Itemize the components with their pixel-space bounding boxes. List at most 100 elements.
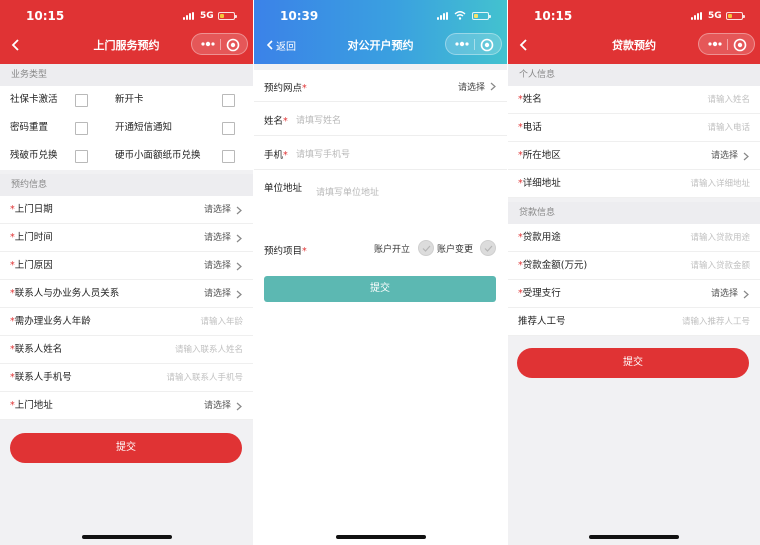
row-label: 姓名 — [522, 94, 542, 105]
chevron-right-icon — [236, 262, 242, 271]
row-label: 手机 — [264, 150, 284, 161]
form-row-branch[interactable]: *受理支行 请选择 — [508, 280, 760, 308]
form-row-region[interactable]: *所在地区 请选择 — [508, 142, 760, 170]
chevron-right-icon — [236, 206, 242, 215]
form-row-referrer[interactable]: 推荐人工号 请输入推荐人工号 — [508, 308, 760, 336]
form-row-name[interactable]: *姓名 请输入姓名 — [508, 86, 760, 114]
form-row-branch[interactable]: 预约网点* 请选择 — [254, 70, 507, 102]
form-row-visit-address[interactable]: *上门地址 请选择 — [0, 392, 253, 420]
section-business-type: 业务类型 — [0, 64, 253, 86]
back-label[interactable]: 返回 — [276, 38, 296, 53]
contact-name-input[interactable]: 请输入联系人姓名 — [175, 336, 243, 364]
row-label: 联系人与办业务人员关系 — [14, 288, 120, 299]
address-input[interactable]: 请输入详细地址 — [690, 170, 750, 198]
section-booking-info: 预约信息 — [0, 174, 253, 196]
referrer-input[interactable]: 请输入推荐人工号 — [682, 308, 750, 336]
home-indicator — [336, 535, 426, 539]
screen-corporate-account-booking: 10:39 返回 对公开户预约 预约网点* 请选择 姓名* 请填写姓名 手机* … — [254, 0, 507, 545]
form-row-visit-date[interactable]: *上门日期 请选择 — [0, 196, 253, 224]
wifi-icon — [454, 11, 466, 20]
mini-program-capsule — [445, 33, 502, 55]
form-row-age[interactable]: *需办理业务人年龄 请输入年龄 — [0, 308, 253, 336]
radio-label: 账户变更 — [437, 245, 474, 255]
phone-input[interactable]: 请输入电话 — [707, 114, 750, 142]
form-row-contact-phone[interactable]: *联系人手机号 请输入联系人手机号 — [0, 364, 253, 392]
checkbox-label: 社保卡激活 — [10, 94, 58, 105]
form-row-address[interactable]: *详细地址 请输入详细地址 — [508, 170, 760, 198]
select-value: 请选择 — [203, 233, 231, 243]
loan-purpose-input[interactable]: 请输入贷款用途 — [690, 224, 750, 252]
submit-button[interactable]: 提交 — [264, 276, 496, 302]
form-row-name: 姓名* 请填写姓名 — [254, 102, 507, 136]
required-mark: * — [302, 246, 307, 257]
battery-icon — [726, 12, 745, 20]
row-label: 受理支行 — [522, 288, 561, 299]
row-label: 需办理业务人年龄 — [14, 316, 91, 327]
back-icon[interactable] — [518, 37, 530, 53]
form-row-visit-time[interactable]: *上门时间 请选择 — [0, 224, 253, 252]
section-loan-info: 贷款信息 — [508, 202, 760, 224]
close-target-icon[interactable] — [226, 38, 240, 52]
signal-icon — [437, 12, 449, 20]
close-target-icon[interactable] — [733, 38, 747, 52]
checkbox-icon[interactable] — [75, 150, 88, 163]
nav-bar: 10:15 5G 上门服务预约 — [0, 0, 253, 64]
chevron-right-icon — [236, 234, 242, 243]
select-value: 请选择 — [203, 261, 231, 271]
form-row-relationship[interactable]: *联系人与办业务人员关系 请选择 — [0, 280, 253, 308]
mini-program-capsule — [698, 33, 755, 55]
row-label: 上门原因 — [14, 260, 53, 271]
name-input[interactable]: 请输入姓名 — [707, 86, 750, 114]
form-row-contact-name[interactable]: *联系人姓名 请输入联系人姓名 — [0, 336, 253, 364]
more-icon[interactable] — [455, 38, 469, 50]
radio-account-open[interactable] — [418, 240, 434, 256]
checkbox-label: 密码重置 — [10, 122, 49, 133]
age-input[interactable]: 请输入年龄 — [200, 308, 243, 336]
contact-phone-input[interactable]: 请输入联系人手机号 — [166, 364, 243, 392]
battery-icon — [218, 12, 237, 20]
checkbox-icon[interactable] — [222, 150, 235, 163]
form-row-loan-amount[interactable]: *贷款金额(万元) 请输入贷款金额 — [508, 252, 760, 280]
row-label: 联系人姓名 — [14, 344, 63, 355]
form-row-company-address: 单位地址 请填写单位地址 — [254, 170, 507, 228]
nav-bar: 10:39 返回 对公开户预约 — [254, 0, 507, 64]
checkbox-row: 残破币兑换 硬币小面额纸币兑换 — [0, 142, 253, 170]
checkbox-icon[interactable] — [222, 122, 235, 135]
form-row-visit-reason[interactable]: *上门原因 请选择 — [0, 252, 253, 280]
select-value: 请选择 — [710, 151, 738, 161]
signal-icon — [691, 12, 703, 20]
radio-check-icon — [422, 245, 431, 252]
mini-program-capsule — [191, 33, 248, 55]
radio-account-change[interactable] — [480, 240, 496, 256]
more-icon[interactable] — [201, 38, 215, 50]
form-row-loan-purpose[interactable]: *贷款用途 请输入贷款用途 — [508, 224, 760, 252]
name-input[interactable]: 请填写姓名 — [296, 113, 341, 126]
row-label: 姓名 — [264, 116, 284, 127]
battery-icon — [472, 12, 491, 20]
section-personal-info: 个人信息 — [508, 64, 760, 86]
checkbox-icon[interactable] — [75, 122, 88, 135]
radio-label: 账户开立 — [374, 245, 411, 255]
phone-input[interactable]: 请填写手机号 — [296, 147, 350, 160]
back-icon[interactable] — [10, 37, 22, 53]
back-icon[interactable] — [264, 37, 276, 53]
chevron-right-icon — [743, 290, 749, 299]
loan-amount-input[interactable]: 请输入贷款金额 — [690, 252, 750, 280]
submit-button[interactable]: 提交 — [517, 348, 749, 378]
status-time: 10:39 — [280, 9, 319, 23]
checkbox-icon[interactable] — [75, 94, 88, 107]
close-target-icon[interactable] — [480, 38, 494, 52]
more-icon[interactable] — [708, 38, 722, 50]
form-row-phone[interactable]: *电话 请输入电话 — [508, 114, 760, 142]
checkbox-icon[interactable] — [222, 94, 235, 107]
status-time: 10:15 — [534, 9, 573, 23]
row-label: 单位地址 — [264, 183, 303, 194]
checkbox-row: 密码重置 开通短信通知 — [0, 114, 253, 142]
required-mark: * — [283, 116, 288, 127]
submit-button[interactable]: 提交 — [10, 433, 242, 463]
checkbox-label: 开通短信通知 — [115, 122, 173, 133]
address-textarea[interactable]: 请填写单位地址 — [316, 185, 379, 198]
row-label: 上门地址 — [14, 400, 53, 411]
select-value: 请选择 — [203, 401, 231, 411]
select-value: 请选择 — [203, 289, 231, 299]
